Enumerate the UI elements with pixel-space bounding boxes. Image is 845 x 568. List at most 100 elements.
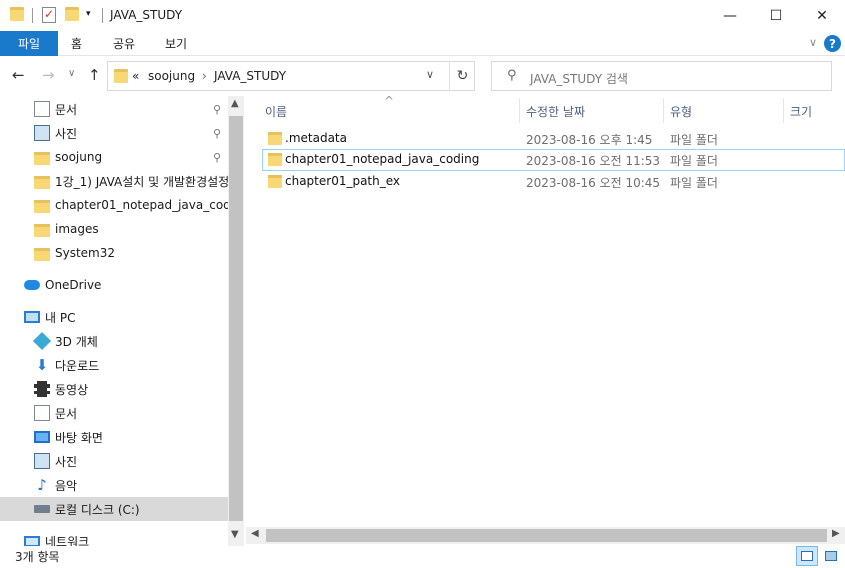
customize-quick-access-icon[interactable]: ▾	[86, 9, 91, 19]
sidebar-item-3d-objects[interactable]: 3D 개체	[32, 329, 98, 353]
refresh-button[interactable]: ↻	[449, 61, 475, 91]
breadcrumb-separator[interactable]: ›	[202, 69, 207, 83]
large-icons-view-button[interactable]	[820, 546, 842, 566]
nav-pane-scrollbar[interactable]: ▲ ▼	[228, 96, 244, 548]
details-view-icon	[801, 551, 813, 561]
new-folder-icon[interactable]	[65, 7, 79, 21]
folder-icon	[34, 199, 50, 213]
file-row[interactable]: .metadata 2023-08-16 오후 1:45 파일 폴더	[262, 128, 845, 150]
breadcrumb-java-study[interactable]: JAVA_STUDY	[214, 69, 286, 83]
sidebar-item-downloads[interactable]: ⬇ 다운로드	[34, 353, 99, 377]
sidebar-item-onedrive[interactable]: OneDrive	[24, 273, 101, 297]
sidebar-item-chapter01-notepad[interactable]: chapter01_notepad_java_coding	[34, 193, 228, 217]
address-bar[interactable]: « soojung › JAVA_STUDY ∨	[107, 61, 475, 91]
scroll-right-icon[interactable]: ▶	[832, 528, 840, 539]
scroll-down-icon[interactable]: ▼	[231, 529, 239, 540]
file-date: 2023-08-16 오전 11:53	[526, 154, 661, 168]
sidebar-item-videos[interactable]: 동영상	[34, 377, 88, 401]
column-divider[interactable]	[519, 98, 520, 123]
folder-icon	[268, 175, 282, 188]
search-box[interactable]: ⚲ JAVA_STUDY 검색	[491, 61, 832, 91]
this-pc-icon	[24, 311, 40, 323]
file-list-hscrollbar[interactable]: ◀ ▶	[246, 527, 845, 544]
document-icon	[34, 405, 50, 421]
folder-icon	[34, 223, 50, 237]
scrollbar-thumb[interactable]	[229, 116, 243, 521]
expand-ribbon-icon[interactable]: ∨	[809, 36, 817, 49]
scroll-up-icon[interactable]: ▲	[231, 98, 239, 109]
sidebar-item-desktop[interactable]: 바탕 화면	[34, 425, 103, 449]
divider	[32, 8, 33, 23]
up-button[interactable]: ↑	[88, 66, 101, 84]
help-icon[interactable]: ?	[824, 35, 841, 52]
search-input[interactable]: JAVA_STUDY 검색	[530, 70, 628, 87]
sidebar-item-this-pc[interactable]: 내 PC	[24, 305, 75, 329]
scrollbar-thumb[interactable]	[266, 529, 827, 542]
download-icon: ⬇	[35, 356, 49, 374]
address-dropdown-icon[interactable]: ∨	[426, 68, 434, 81]
column-header-name[interactable]: 이름	[265, 103, 287, 120]
file-name: chapter01_path_ex	[285, 174, 401, 188]
maximize-button[interactable]: ☐	[753, 0, 799, 31]
recent-locations-button[interactable]: ∨	[68, 68, 75, 79]
video-icon	[34, 381, 50, 397]
column-header-type[interactable]: 유형	[670, 103, 692, 120]
details-view-button[interactable]	[796, 546, 818, 566]
window-title: JAVA_STUDY	[110, 8, 183, 22]
breadcrumb-overflow[interactable]: «	[132, 69, 139, 83]
folder-icon	[34, 151, 50, 165]
sidebar-item-soojung[interactable]: soojung	[34, 145, 102, 169]
column-divider[interactable]	[663, 98, 664, 123]
sidebar-item-music[interactable]: ♪ 음악	[34, 473, 77, 497]
sidebar-item-java-install[interactable]: 1강_1) JAVA설치 및 개발환경설정	[34, 169, 228, 193]
picture-icon	[34, 125, 50, 141]
file-row[interactable]: chapter01_path_ex 2023-08-16 오전 10:45 파일…	[262, 171, 845, 193]
sidebar-item-label: 사진	[55, 126, 78, 141]
pin-icon: ⚲	[213, 103, 222, 116]
file-row[interactable]: chapter01_notepad_java_coding 2023-08-16…	[262, 149, 845, 171]
scroll-left-icon[interactable]: ◀	[251, 528, 259, 539]
sidebar-item-local-disk-c[interactable]: 로컬 디스크 (C:)	[0, 497, 228, 521]
column-divider[interactable]	[783, 98, 784, 123]
file-date: 2023-08-16 오전 10:45	[526, 176, 661, 190]
tab-home[interactable]: 홈	[71, 35, 82, 52]
minimize-button[interactable]: —	[707, 0, 753, 31]
breadcrumb-soojung[interactable]: soojung	[148, 69, 195, 83]
pin-icon: ⚲	[213, 151, 222, 164]
title-bar: ▾ JAVA_STUDY — ☐ ✕	[0, 0, 845, 31]
forward-button[interactable]: →	[42, 66, 55, 84]
status-bar: 3개 항목	[0, 546, 845, 568]
sidebar-item-documents[interactable]: 문서	[34, 401, 77, 425]
file-type: 파일 폴더	[670, 133, 718, 147]
sidebar-item-pictures[interactable]: 사진	[34, 449, 77, 473]
picture-icon	[34, 453, 50, 469]
tab-file[interactable]: 파일	[0, 31, 58, 56]
sidebar-item-label: 동영상	[55, 382, 89, 397]
folder-icon	[268, 132, 282, 145]
back-button[interactable]: ←	[12, 66, 25, 84]
sidebar-item-documents-pinned[interactable]: 문서	[34, 97, 77, 121]
sidebar-item-label: 다운로드	[55, 358, 100, 373]
sidebar-item-system32[interactable]: System32	[34, 241, 115, 265]
sidebar-item-label: 바탕 화면	[55, 430, 103, 445]
column-header-date[interactable]: 수정한 날짜	[526, 103, 585, 120]
sidebar-item-label: 로컬 디스크 (C:)	[55, 502, 140, 517]
desktop-icon	[34, 431, 50, 443]
sidebar-item-label: System32	[55, 246, 116, 260]
file-list: ^ 이름 수정한 날짜 유형 크기 .metadata 2023-08-16 오…	[246, 94, 845, 528]
properties-icon[interactable]	[42, 7, 56, 23]
folder-icon	[34, 247, 50, 261]
file-type: 파일 폴더	[670, 176, 718, 190]
folder-icon	[114, 69, 128, 83]
sidebar-item-images[interactable]: images	[34, 217, 99, 241]
tab-view[interactable]: 보기	[165, 35, 187, 52]
close-button[interactable]: ✕	[799, 0, 845, 31]
sidebar-item-label: 문서	[55, 406, 78, 421]
sidebar-item-pictures-pinned[interactable]: 사진	[34, 121, 77, 145]
sort-ascending-icon: ^	[384, 94, 395, 108]
tab-share[interactable]: 공유	[113, 35, 135, 52]
sidebar-item-label: 음악	[55, 478, 78, 493]
3d-objects-icon	[32, 331, 52, 351]
column-header-size[interactable]: 크기	[790, 103, 812, 120]
navigation-pane: 문서 ⚲ 사진 ⚲ soojung ⚲ 1강_1) JAVA설치 및 개발환경설…	[0, 96, 244, 548]
